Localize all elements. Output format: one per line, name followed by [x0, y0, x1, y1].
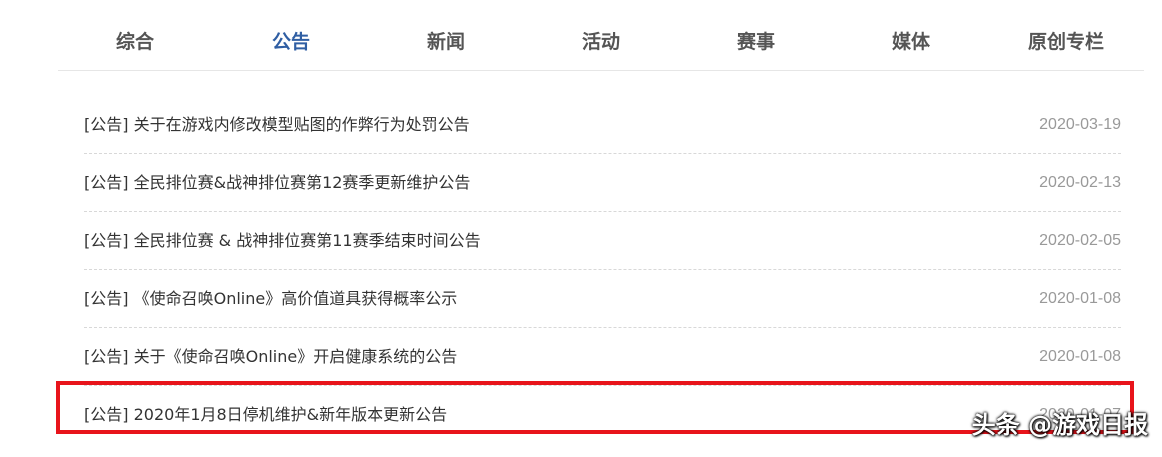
announcement-date: 2020-02-05: [1039, 232, 1121, 249]
announcement-tag: [公告]: [84, 289, 129, 308]
list-item[interactable]: [公告] 全民排位赛&战神排位赛第12赛季更新维护公告 2020-02-13: [84, 154, 1121, 212]
announcement-title: 全民排位赛&战神排位赛第12赛季更新维护公告: [133, 173, 471, 192]
tab-saishi[interactable]: 赛事: [696, 28, 816, 56]
watermark: 头条 @游戏日报: [971, 411, 1148, 439]
announcement-tag: [公告]: [84, 231, 129, 250]
announcement-link[interactable]: [公告] 全民排位赛 & 战神排位赛第11赛季结束时间公告: [84, 229, 481, 253]
tab-gonggao[interactable]: 公告: [231, 28, 351, 56]
announcement-link[interactable]: [公告] 《使命召唤Online》高价值道具获得概率公示: [84, 287, 457, 311]
tab-yuanchuang[interactable]: 原创专栏: [1006, 28, 1126, 56]
announcement-tag: [公告]: [84, 173, 129, 192]
tab-meiti[interactable]: 媒体: [851, 28, 971, 56]
announcement-date: 2020-01-08: [1039, 348, 1121, 365]
announcement-list: [公告] 关于在游戏内修改模型贴图的作弊行为处罚公告 2020-03-19 [公…: [84, 96, 1121, 443]
announcement-link[interactable]: [公告] 关于在游戏内修改模型贴图的作弊行为处罚公告: [84, 113, 470, 137]
announcement-date: 2020-03-19: [1039, 116, 1121, 133]
announcement-title: 关于在游戏内修改模型贴图的作弊行为处罚公告: [133, 115, 470, 134]
announcement-link[interactable]: [公告] 2020年1月8日停机维护&新年版本更新公告: [84, 403, 447, 427]
list-item[interactable]: [公告] 关于在游戏内修改模型贴图的作弊行为处罚公告 2020-03-19: [84, 96, 1121, 154]
announcement-tag: [公告]: [84, 347, 129, 366]
tab-huodong[interactable]: 活动: [541, 28, 661, 56]
announcement-title: 全民排位赛 & 战神排位赛第11赛季结束时间公告: [133, 231, 481, 250]
announcement-title: 2020年1月8日停机维护&新年版本更新公告: [133, 405, 448, 424]
announcement-link[interactable]: [公告] 全民排位赛&战神排位赛第12赛季更新维护公告: [84, 171, 470, 195]
announcement-tag: [公告]: [84, 115, 129, 134]
news-page: 综合 公告 新闻 活动 赛事 媒体 原创专栏 [公告] 关于在游戏内修改模型贴图…: [0, 0, 1162, 457]
tab-xinwen[interactable]: 新闻: [386, 28, 506, 56]
list-item[interactable]: [公告] 全民排位赛 & 战神排位赛第11赛季结束时间公告 2020-02-05: [84, 212, 1121, 270]
announcement-title: 关于《使命召唤Online》开启健康系统的公告: [133, 347, 458, 366]
announcement-date: 2020-02-13: [1039, 174, 1121, 191]
announcement-date: 2020-01-08: [1039, 290, 1121, 307]
announcement-tag: [公告]: [84, 405, 129, 424]
tab-zonghe[interactable]: 综合: [75, 28, 195, 56]
announcement-link[interactable]: [公告] 关于《使命召唤Online》开启健康系统的公告: [84, 345, 457, 369]
list-item[interactable]: [公告] 2020年1月8日停机维护&新年版本更新公告 2020-01-07: [84, 386, 1121, 443]
announcement-title: 《使命召唤Online》高价值道具获得概率公示: [133, 289, 458, 308]
category-tabs: 综合 公告 新闻 活动 赛事 媒体 原创专栏: [58, 0, 1144, 71]
list-item[interactable]: [公告] 关于《使命召唤Online》开启健康系统的公告 2020-01-08: [84, 328, 1121, 386]
list-item[interactable]: [公告] 《使命召唤Online》高价值道具获得概率公示 2020-01-08: [84, 270, 1121, 328]
